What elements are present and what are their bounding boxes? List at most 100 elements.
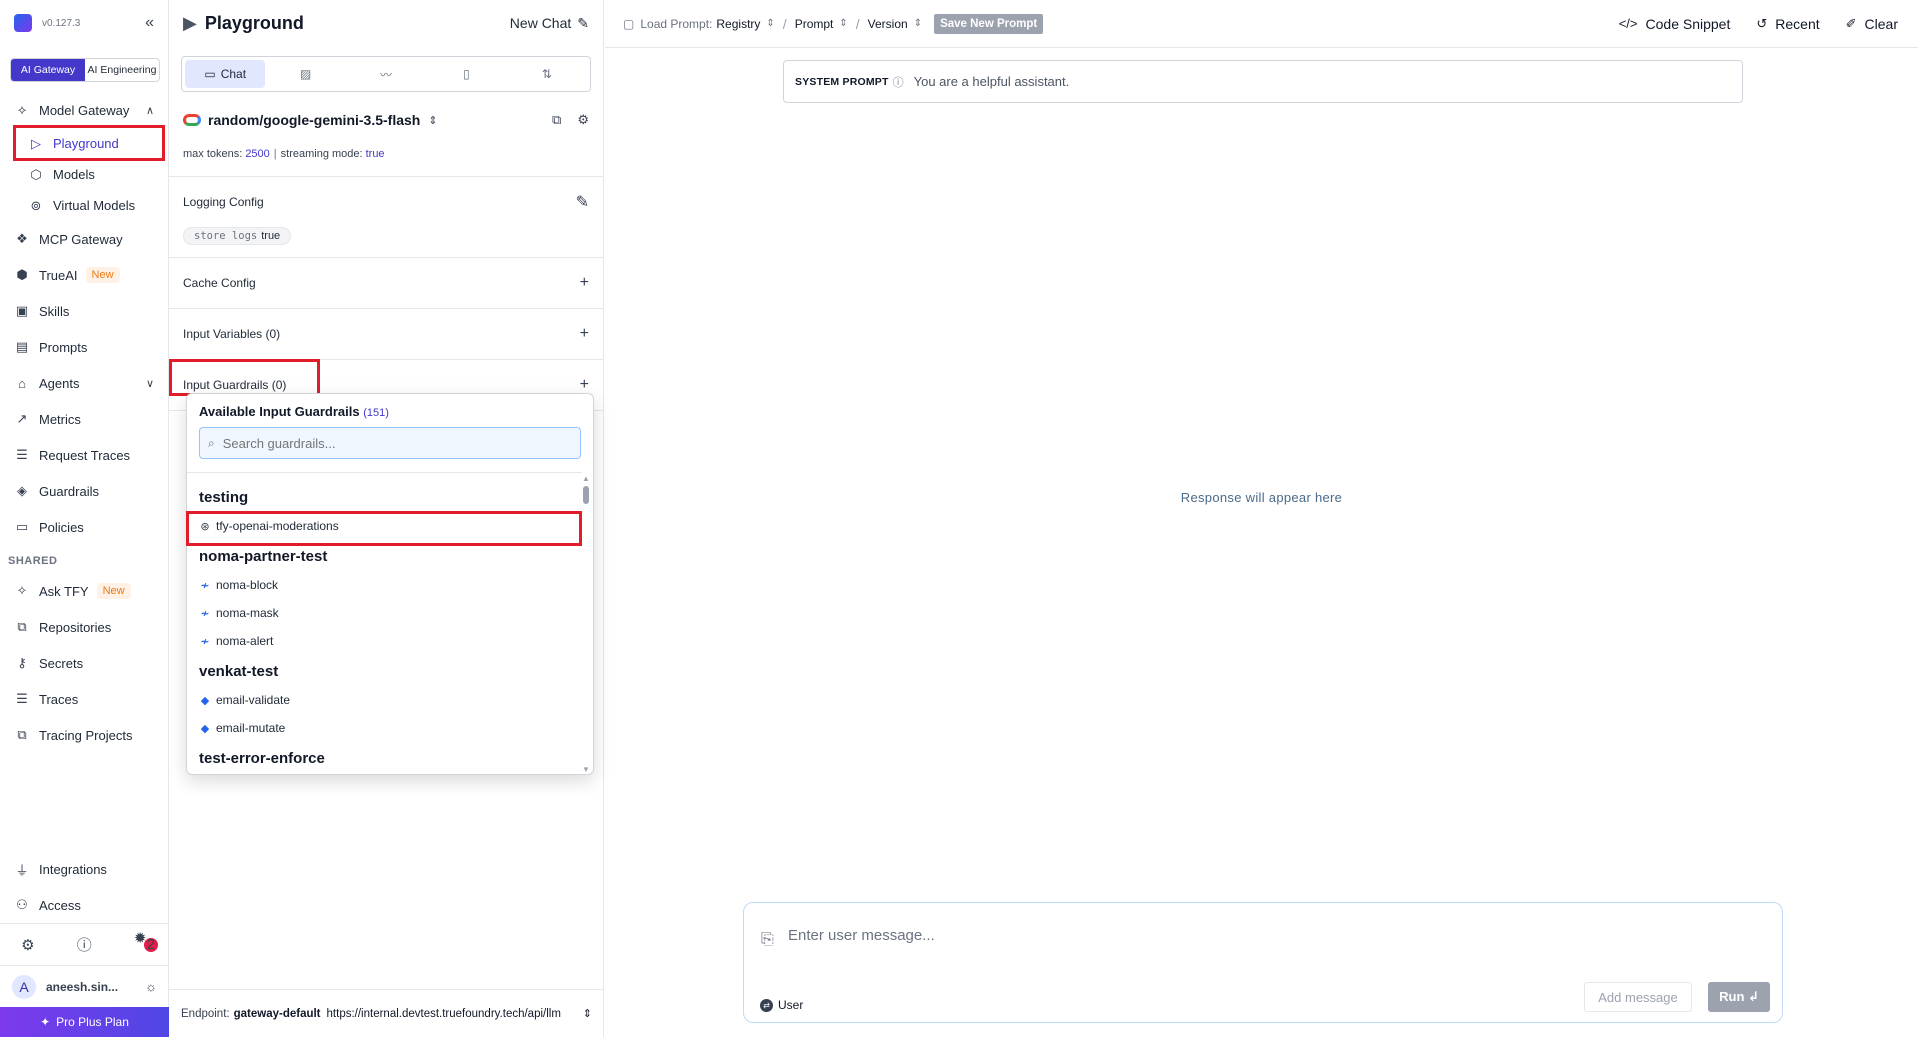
search-input[interactable] <box>222 435 563 451</box>
system-prompt-text: You are a helpful assistant. <box>913 74 1070 89</box>
main-area: ▢ Load Prompt: Registry ⇕ / Prompt ⇕ / V… <box>605 0 1918 1037</box>
updown-chevron-icon: ⇕ <box>582 1008 592 1020</box>
tab-document[interactable]: ▯ <box>426 60 506 88</box>
sidebar-item-policies[interactable]: ▭ Policies <box>0 509 168 545</box>
sparkle-icon: ✧ <box>16 583 28 598</box>
segment-ai-engineering[interactable]: AI Engineering <box>85 59 159 81</box>
prompt-toolbar: ▢ Load Prompt: Registry ⇕ / Prompt ⇕ / V… <box>605 0 1918 48</box>
mcp-icon: ❖ <box>16 231 28 246</box>
help-icon[interactable]: ⓘ <box>77 934 92 955</box>
tab-chat[interactable]: ▭ Chat <box>185 60 266 88</box>
version-select[interactable]: Version <box>868 17 908 31</box>
truefoundry-logo[interactable] <box>14 14 32 32</box>
sidebar-item-ask-tfy[interactable]: ✧ Ask TFY New <box>0 573 168 609</box>
system-prompt-label: SYSTEM PROMPT <box>795 75 889 88</box>
sidebar-footer: ⏚ Integrations ⚇ Access ⚙ ⓘ ✹ 2 A aneesh.… <box>0 851 169 1037</box>
list-icon: ☰ <box>16 447 28 462</box>
scroll-down-icon[interactable]: ▼ <box>582 765 590 774</box>
sidebar-item-traces[interactable]: ☰ Traces <box>0 681 168 717</box>
sidebar-header: v0.127.3 « <box>0 0 168 46</box>
role-selector[interactable]: ⇄ User <box>760 998 803 1012</box>
theme-toggle-icon[interactable]: ☼ <box>145 979 157 994</box>
copy-icon[interactable]: ⧉ <box>552 112 561 128</box>
list-item[interactable]: ≁ noma-block <box>187 571 582 599</box>
tab-image[interactable]: ▨ <box>265 60 345 88</box>
sidebar-item-access[interactable]: ⚇ Access <box>0 887 169 923</box>
info-icon[interactable]: ⓘ <box>893 74 904 90</box>
bug-report-icon[interactable]: ✹ 2 <box>134 929 158 961</box>
list-item[interactable]: ≁ noma-mask <box>187 599 582 627</box>
user-message-input[interactable] <box>788 927 1588 944</box>
code-snippet-button[interactable]: </> Code Snippet <box>1619 16 1731 32</box>
sidebar-item-models[interactable]: ⬡ Models <box>0 159 168 190</box>
guardrail-count: (151) <box>363 407 389 419</box>
system-prompt-box[interactable]: SYSTEM PROMPT ⓘ You are a helpful assist… <box>783 60 1743 103</box>
sidebar-item-trueai[interactable]: ⬢ TrueAI New <box>0 257 168 293</box>
add-message-button[interactable]: Add message <box>1584 982 1692 1012</box>
attachment-icon[interactable]: ⎘ <box>761 931 774 949</box>
input-variables-row[interactable]: Input Variables (0) + <box>183 309 589 359</box>
guardrail-list: testing ⊛ tfy-openai-moderations noma-pa… <box>187 472 582 774</box>
sidebar-item-prompts[interactable]: ▤ Prompts <box>0 329 168 365</box>
list-item[interactable]: ⊛ tfy-openai-moderations <box>187 512 582 540</box>
sidebar-item-playground[interactable]: ▷ Playground <box>0 128 168 159</box>
segment-ai-gateway[interactable]: AI Gateway <box>11 59 85 81</box>
new-chat-button[interactable]: New Chat ✎ <box>510 15 589 32</box>
sidebar-item-secrets[interactable]: ⚷ Secrets <box>0 645 168 681</box>
list-item[interactable]: ≁ noma-alert <box>187 627 582 655</box>
scrollbar[interactable]: ▲ ▼ <box>581 472 591 774</box>
scroll-thumb[interactable] <box>583 486 589 504</box>
panel-header: ▶ Playground New Chat ✎ <box>169 0 603 46</box>
list-item[interactable]: ◆ email-mutate <box>187 714 582 742</box>
sidebar-item-guardrails[interactable]: ◈ Guardrails <box>0 473 168 509</box>
sidebar-item-virtual-models[interactable]: ⊚ Virtual Models <box>0 190 168 221</box>
sidebar-item-repositories[interactable]: ⧉ Repositories <box>0 609 168 645</box>
plus-icon[interactable]: + <box>580 325 589 343</box>
agents-icon: ⌂ <box>18 375 26 391</box>
sidebar-item-agents[interactable]: ⌂ Agents ∨ <box>0 365 168 401</box>
plus-icon[interactable]: + <box>580 376 589 394</box>
plus-icon[interactable]: + <box>580 274 589 292</box>
edit-icon[interactable]: ✎ <box>576 192 589 212</box>
sidebar-item-label: MCP Gateway <box>39 231 123 247</box>
prompt-select[interactable]: Prompt <box>795 17 834 31</box>
list-item[interactable]: ◆ email-validate <box>187 686 582 714</box>
sidebar-item-tracing-projects[interactable]: ⧉ Tracing Projects <box>0 717 168 753</box>
run-button[interactable]: Run ↲ <box>1708 982 1770 1012</box>
truefoundry-icon: ◆ <box>200 694 210 707</box>
sidebar-item-mcp-gateway[interactable]: ❖ MCP Gateway <box>0 221 168 257</box>
registry-select[interactable]: Registry <box>716 17 760 31</box>
search-icon: ⌕ <box>208 435 215 450</box>
scroll-up-icon[interactable]: ▲ <box>582 474 590 483</box>
settings-icon[interactable]: ⚙ <box>21 936 34 954</box>
edit-icon: ✎ <box>577 14 589 31</box>
sidebar-item-label: Ask TFY <box>39 583 89 599</box>
new-chat-label: New Chat <box>509 15 572 31</box>
tab-rerank[interactable]: ⇅ <box>507 60 587 88</box>
sidebar-item-metrics[interactable]: ↗ Metrics <box>0 401 168 437</box>
sidebar-item-skills[interactable]: ▣ Skills <box>0 293 168 329</box>
sidebar-item-integrations[interactable]: ⏚ Integrations <box>0 851 169 887</box>
sidebar-item-model-gateway[interactable]: ⟡ Model Gateway ∧ <box>0 92 168 128</box>
plan-button[interactable]: ✦ Pro Plus Plan <box>0 1007 169 1037</box>
tab-audio[interactable]: 〰 <box>346 60 426 88</box>
collapse-sidebar-icon[interactable]: « <box>145 14 154 32</box>
sidebar-item-request-traces[interactable]: ☰ Request Traces <box>0 437 168 473</box>
clear-button[interactable]: ✐ Clear <box>1846 16 1898 32</box>
broom-icon: ✐ <box>1845 15 1857 31</box>
list-icon: ☰ <box>16 691 28 706</box>
model-selector[interactable]: random/google-gemini-3.5-flash ⇕ ⧉ ⚙ <box>169 96 603 144</box>
endpoint-selector[interactable]: Endpoint: gateway-default https://intern… <box>169 989 604 1037</box>
save-new-prompt-button[interactable]: Save New Prompt <box>934 13 1044 34</box>
role-label: User <box>778 998 804 1012</box>
endpoint-url: https://internal.devtest.truefoundry.tec… <box>326 1007 561 1020</box>
endpoint-label: Endpoint: <box>181 1007 230 1020</box>
max-tokens-label: max tokens: <box>183 148 243 160</box>
recent-button[interactable]: ↺ Recent <box>1756 16 1819 32</box>
model-settings-icon[interactable]: ⚙ <box>577 112 589 128</box>
cache-config-row[interactable]: Cache Config + <box>183 258 589 308</box>
noma-icon: ≁ <box>200 607 210 620</box>
user-menu[interactable]: A aneesh.sin... ☼ <box>0 965 169 1007</box>
noma-icon: ≁ <box>200 579 210 592</box>
sidebar-item-label: Traces <box>39 691 79 707</box>
